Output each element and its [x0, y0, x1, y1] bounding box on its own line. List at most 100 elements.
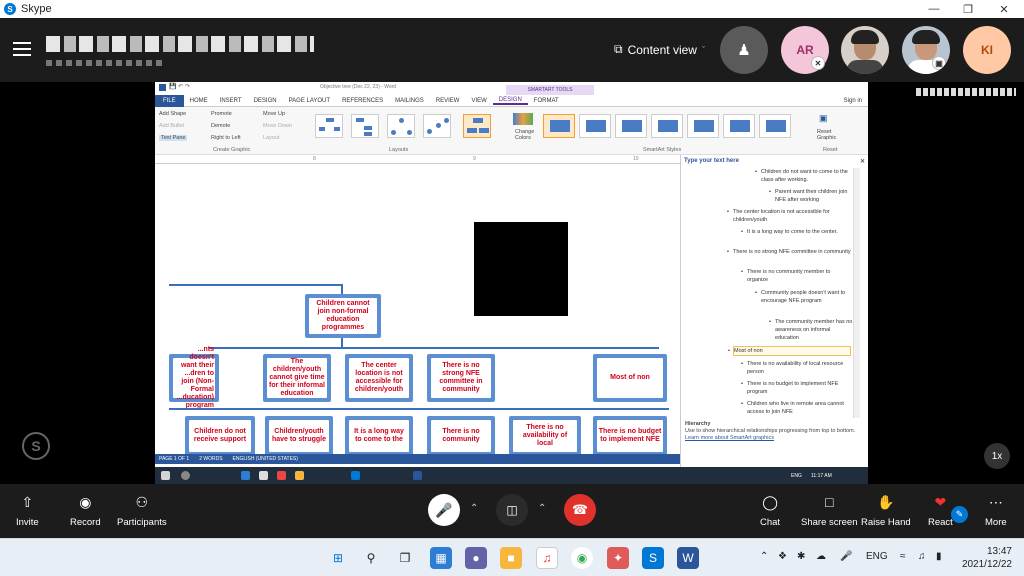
list-item[interactable]: Children do not want to come to the clas…	[755, 168, 853, 184]
list-item-selected[interactable]: Most of non	[728, 346, 851, 356]
more-button[interactable]: ⋯ More	[985, 494, 1007, 528]
avatar-ki[interactable]: KI	[963, 26, 1011, 74]
smartart-style-thumbnail[interactable]	[687, 114, 719, 138]
taskbar-clock[interactable]: 13:47 2021/12/22	[960, 545, 1012, 571]
list-item[interactable]: There is no community member to organize	[741, 268, 853, 284]
smartart-style-thumbnail[interactable]	[579, 114, 611, 138]
microphone-button[interactable]: 🎤	[428, 494, 460, 526]
volume-icon[interactable]: ♫	[918, 551, 926, 562]
list-item[interactable]: There is no strong NFE committee in comm…	[727, 248, 853, 256]
smartart-style-thumbnail[interactable]	[543, 114, 575, 138]
word-taskbar-icon[interactable]: W	[677, 547, 699, 569]
menu-icon[interactable]	[13, 42, 31, 56]
tab-file[interactable]: FILE	[155, 94, 184, 107]
tray-chevron-icon[interactable]: ⌃	[760, 551, 768, 562]
smartart-style-thumbnail[interactable]	[615, 114, 647, 138]
reset-graphic-button[interactable]: Reset Graphic	[817, 129, 845, 141]
chat-button[interactable]: ◯ Chat	[760, 494, 780, 528]
participants-button[interactable]: ⚇ Participants	[117, 494, 167, 528]
text-pane-button[interactable]: Text Pane	[159, 135, 188, 141]
diagram-level1-node[interactable]: The center location is not accessible fo…	[345, 354, 413, 402]
chrome-icon[interactable]: ◉	[571, 547, 593, 569]
mic-options-chevron-icon[interactable]: ⌃	[470, 503, 478, 514]
wifi-icon[interactable]: ≈	[900, 551, 906, 562]
quick-access-icons[interactable]: 💾 ↶ ↷	[169, 83, 190, 90]
battery-icon[interactable]: ▮	[936, 551, 942, 562]
camera-button[interactable]: ◫	[496, 494, 528, 526]
layout-thumbnail[interactable]	[423, 114, 451, 138]
tab-format[interactable]: FORMAT	[528, 98, 565, 104]
list-item[interactable]: Community people doesn't want to encoura…	[755, 289, 853, 305]
close-button[interactable]: ✕	[986, 0, 1022, 18]
file-explorer-icon[interactable]: ■	[500, 547, 522, 569]
add-participant-button[interactable]: ♟	[720, 26, 768, 74]
cloud-icon[interactable]: ☁	[816, 551, 826, 562]
tab-smartart-design[interactable]: DESIGN	[492, 97, 528, 105]
layout-thumbnail[interactable]	[351, 114, 379, 138]
diagram-level2-node[interactable]: There is no community	[427, 416, 495, 456]
avatar-participant-video[interactable]	[841, 26, 889, 74]
content-view-dropdown[interactable]: ⧉ Content view ˇ	[614, 42, 705, 57]
diagram-level2-node[interactable]: Children do not receive support	[185, 416, 255, 456]
diagram-level2-node[interactable]: Children/youth have to struggle	[265, 416, 333, 456]
teams-icon[interactable]: ●	[465, 547, 487, 569]
add-shape-button[interactable]: Add Shape	[159, 111, 186, 117]
learn-more-link[interactable]: Learn more about SmartArt graphics	[685, 435, 861, 442]
windows-start-icon[interactable]: ⊞	[327, 547, 349, 569]
diagram-level1-node[interactable]: There is no strong NFE committee in comm…	[427, 354, 495, 402]
diagram-root-node[interactable]: Children cannot join non-formal educatio…	[305, 294, 381, 338]
dropbox-icon[interactable]: ❖	[778, 551, 787, 562]
maximize-button[interactable]: ❐	[950, 0, 986, 18]
tab-home[interactable]: HOME	[184, 98, 214, 104]
layout-button[interactable]: Layout	[263, 135, 280, 141]
react-button[interactable]: ❤ React	[928, 494, 953, 528]
tab-review[interactable]: REVIEW	[430, 98, 466, 104]
close-icon[interactable]: ✕	[860, 158, 865, 165]
tab-page-layout[interactable]: PAGE LAYOUT	[283, 98, 336, 104]
search-icon[interactable]: ⚲	[360, 547, 382, 569]
photos-icon[interactable]: ✦	[607, 547, 629, 569]
move-up-button[interactable]: Move Up	[263, 111, 285, 117]
right-to-left-button[interactable]: Right to Left	[211, 135, 241, 141]
diagram-level2-node[interactable]: There is no budget to implement NFE	[593, 416, 667, 456]
layout-thumbnail-selected[interactable]	[463, 114, 491, 138]
promote-button[interactable]: Promote	[211, 111, 232, 117]
add-bullet-button[interactable]: Add Bullet	[159, 123, 184, 129]
tab-insert[interactable]: INSERT	[214, 98, 248, 104]
list-item[interactable]: The center location is not accessible fo…	[727, 208, 853, 224]
widgets-icon[interactable]: ▦	[430, 547, 452, 569]
change-colors-button[interactable]: Change Colors	[515, 129, 539, 141]
smartart-style-thumbnail[interactable]	[651, 114, 683, 138]
minimize-button[interactable]: —	[916, 0, 952, 18]
list-item[interactable]: Children who live in remote area cannot …	[741, 400, 853, 416]
playback-speed-button[interactable]: 1x	[984, 443, 1010, 469]
layout-thumbnail[interactable]	[315, 114, 343, 138]
tab-mailings[interactable]: MAILINGS	[389, 98, 430, 104]
tray-language[interactable]: ENG	[866, 551, 888, 562]
diagram-level1-node[interactable]: The children/youth cannot give time for …	[263, 354, 331, 402]
demote-button[interactable]: Demote	[211, 123, 230, 129]
skype-taskbar-icon[interactable]: S	[642, 547, 664, 569]
task-view-icon[interactable]: ❐	[394, 547, 416, 569]
list-item[interactable]: Parent want their children join NFE afte…	[769, 188, 853, 204]
invite-button[interactable]: ⇧ Invite	[16, 494, 39, 528]
microphone-tray-icon[interactable]: 🎤	[840, 551, 852, 562]
list-item[interactable]: There is no budget to implement NFE prog…	[741, 380, 853, 396]
tab-references[interactable]: REFERENCES	[336, 98, 389, 104]
itunes-icon[interactable]: ♫	[536, 547, 558, 569]
smartart-style-thumbnail[interactable]	[723, 114, 755, 138]
bluetooth-icon[interactable]: ✱	[797, 551, 805, 562]
diagram-level1-node[interactable]: ...nts doesn't want their ...dren to joi…	[169, 346, 219, 409]
list-item[interactable]: There is no availability of local resour…	[741, 360, 853, 376]
pen-icon[interactable]: ✎	[951, 506, 968, 523]
record-button[interactable]: ◉ Record	[70, 494, 101, 528]
layout-thumbnail[interactable]	[387, 114, 415, 138]
smartart-style-thumbnail[interactable]	[759, 114, 791, 138]
tab-design[interactable]: DESIGN	[248, 98, 283, 104]
sign-in-link[interactable]: Sign in	[838, 98, 868, 104]
avatar-ar[interactable]: AR ✕	[781, 26, 829, 74]
end-call-button[interactable]: ☎	[564, 494, 596, 526]
diagram-level1-node-selected[interactable]: Most of non	[593, 354, 667, 402]
raise-hand-button[interactable]: ✋ Raise Hand	[861, 494, 911, 528]
avatar-participant-photo[interactable]: ▣	[902, 26, 950, 74]
